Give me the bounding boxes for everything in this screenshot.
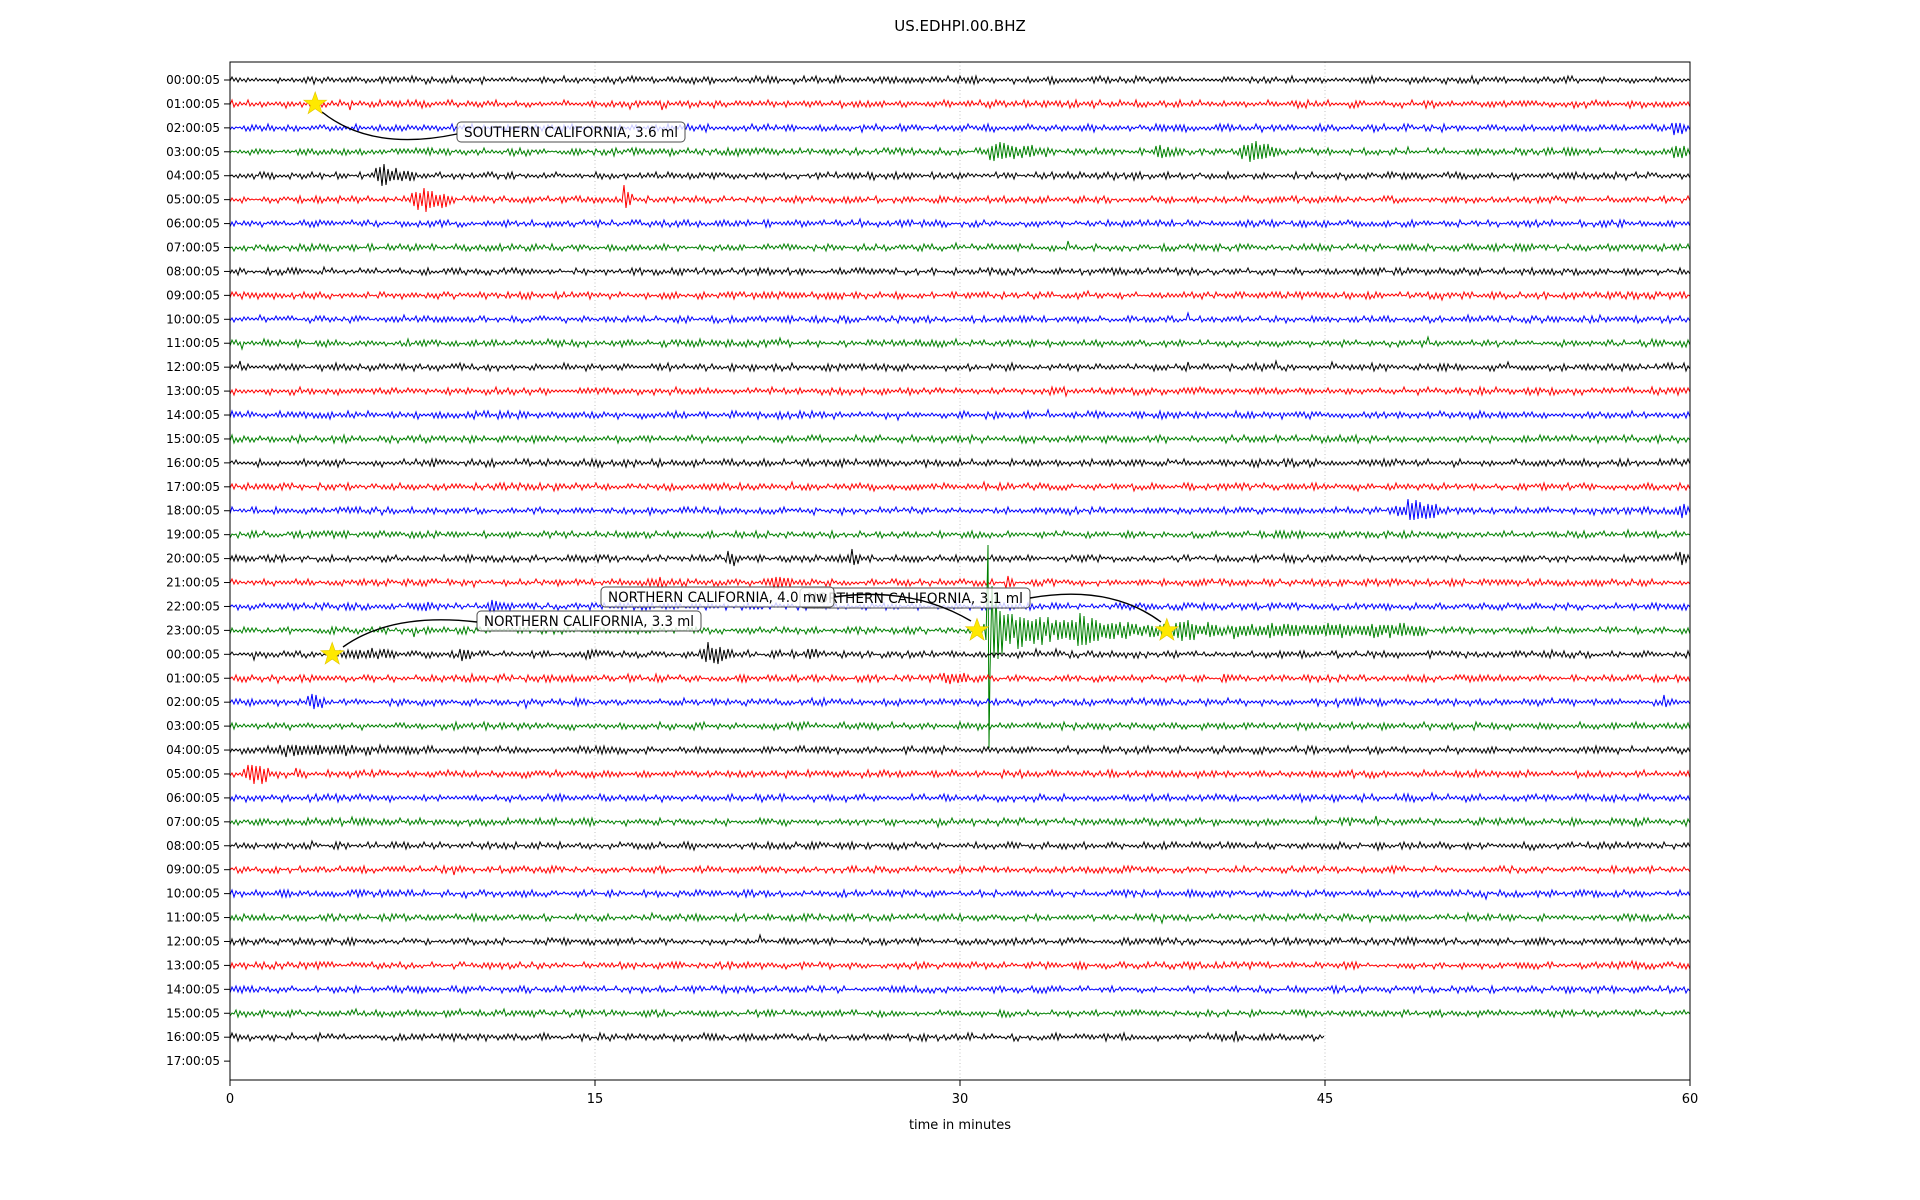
y-tick-label: 22:00:05 [166, 599, 220, 613]
event-star-icon [302, 90, 328, 115]
x-axis-label: time in minutes [908, 1118, 1012, 1133]
y-tick-label: 14:00:05 [166, 408, 220, 422]
y-tick-label: 08:00:05 [166, 264, 220, 278]
y-tick-label: 10:00:05 [166, 312, 220, 326]
y-tick-label: 21:00:05 [166, 576, 220, 590]
plot-canvas: 0 15 30 45 60 00:00:05 01:00:05 02:00:05 03:00:0… [166, 61, 1699, 1107]
seismogram-figure: US.EDHPI.00.BHZ 0 15 30 45 60 00:00:05 01:00:0… [0, 0, 1920, 1200]
y-tick-label: 17:00:05 [166, 480, 220, 494]
trace-row [229, 184, 1691, 213]
event-star-icon [1154, 617, 1180, 641]
trace-row [229, 359, 1691, 373]
trace-row [229, 457, 1691, 469]
y-tick-label: 05:00:05 [166, 193, 220, 207]
trace-rows [229, 74, 1691, 1043]
trace-row [229, 1030, 1325, 1043]
y-tick-label: 07:00:05 [166, 241, 220, 255]
annotation-label: SOUTHERN CALIFORNIA, 3.6 ml [464, 125, 678, 141]
y-tick-label: 15:00:05 [166, 1006, 220, 1020]
trace-row [229, 888, 1691, 901]
trace-row [229, 720, 1691, 732]
y-tick-label: 16:00:05 [166, 456, 220, 470]
y-tick-label: 23:00:05 [166, 623, 220, 637]
y-tick-label: 01:00:05 [166, 97, 220, 111]
y-tick-label: 11:00:05 [166, 336, 220, 350]
trace-row [229, 289, 1691, 302]
annotation-arrow [321, 111, 458, 141]
trace-row [229, 140, 1691, 163]
x-tick-label: 15 [587, 1092, 604, 1107]
y-tick-label: 02:00:05 [166, 695, 220, 709]
x-tick-label: 30 [952, 1092, 969, 1107]
y-tick-label: 18:00:05 [166, 504, 220, 518]
axes: 0 15 30 45 60 00:00:05 01:00:05 02:00:05 03:00:0… [166, 61, 1699, 1107]
y-tick-label: 12:00:05 [166, 360, 220, 374]
trace-row [229, 240, 1691, 253]
y-tick-label: 15:00:05 [166, 432, 220, 446]
y-tick-label: 12:00:05 [166, 934, 220, 948]
y-tick-label: 00:00:05 [166, 73, 220, 87]
trace-row [229, 911, 1691, 925]
trace-row [229, 433, 1691, 445]
y-tick-label: 09:00:05 [166, 863, 220, 877]
y-tick-label: 20:00:05 [166, 552, 220, 566]
x-tick-label: 45 [1317, 1092, 1334, 1107]
trace-row [229, 498, 1691, 521]
trace-row [229, 265, 1691, 277]
gridlines [594, 62, 1326, 1080]
y-tick-label: 14:00:05 [166, 982, 220, 996]
y-tick-label: 00:00:05 [166, 647, 220, 661]
trace-row [229, 839, 1691, 852]
annotation-label: NORTHERN CALIFORNIA, 3.3 ml [484, 614, 694, 630]
y-tick-label: 01:00:05 [166, 671, 220, 685]
trace-row [229, 1007, 1691, 1019]
y-tick-label: 10:00:05 [166, 887, 220, 901]
y-tick-label: 06:00:05 [166, 791, 220, 805]
y-tick-label: 11:00:05 [166, 911, 220, 925]
y-tick-label: 06:00:05 [166, 217, 220, 231]
x-tick-label: 60 [1682, 1092, 1699, 1107]
y-tick-label: 04:00:05 [166, 743, 220, 757]
y-tick-label: 09:00:05 [166, 288, 220, 302]
trace-row [229, 764, 1691, 785]
annotation-label: NORTHERN CALIFORNIA, 4.0 mw [608, 590, 827, 606]
y-tick-label: 08:00:05 [166, 839, 220, 853]
y-tick-label: 02:00:05 [166, 121, 220, 135]
x-tick-label: 0 [226, 1092, 234, 1107]
y-tick-label: 05:00:05 [166, 767, 220, 781]
y-tick-label: 03:00:05 [166, 719, 220, 733]
annotation-arrow [342, 619, 478, 648]
y-tick-label: 03:00:05 [166, 145, 220, 159]
event-star-icon [319, 641, 345, 665]
trace-row [229, 933, 1691, 947]
y-tick-label: 19:00:05 [166, 528, 220, 542]
trace-row [229, 408, 1691, 422]
event-annotations: NORTHERN CALIFORNIA, 3.1 mlNORTHERN CALI… [302, 90, 1180, 665]
y-tick-label: 13:00:05 [166, 958, 220, 972]
y-tick-label: 17:00:05 [166, 1054, 220, 1068]
y-tick-label: 07:00:05 [166, 815, 220, 829]
y-tick-label: 13:00:05 [166, 384, 220, 398]
y-tick-label: 16:00:05 [166, 1030, 220, 1044]
y-tick-label: 04:00:05 [166, 169, 220, 183]
event-star-icon [964, 617, 990, 641]
